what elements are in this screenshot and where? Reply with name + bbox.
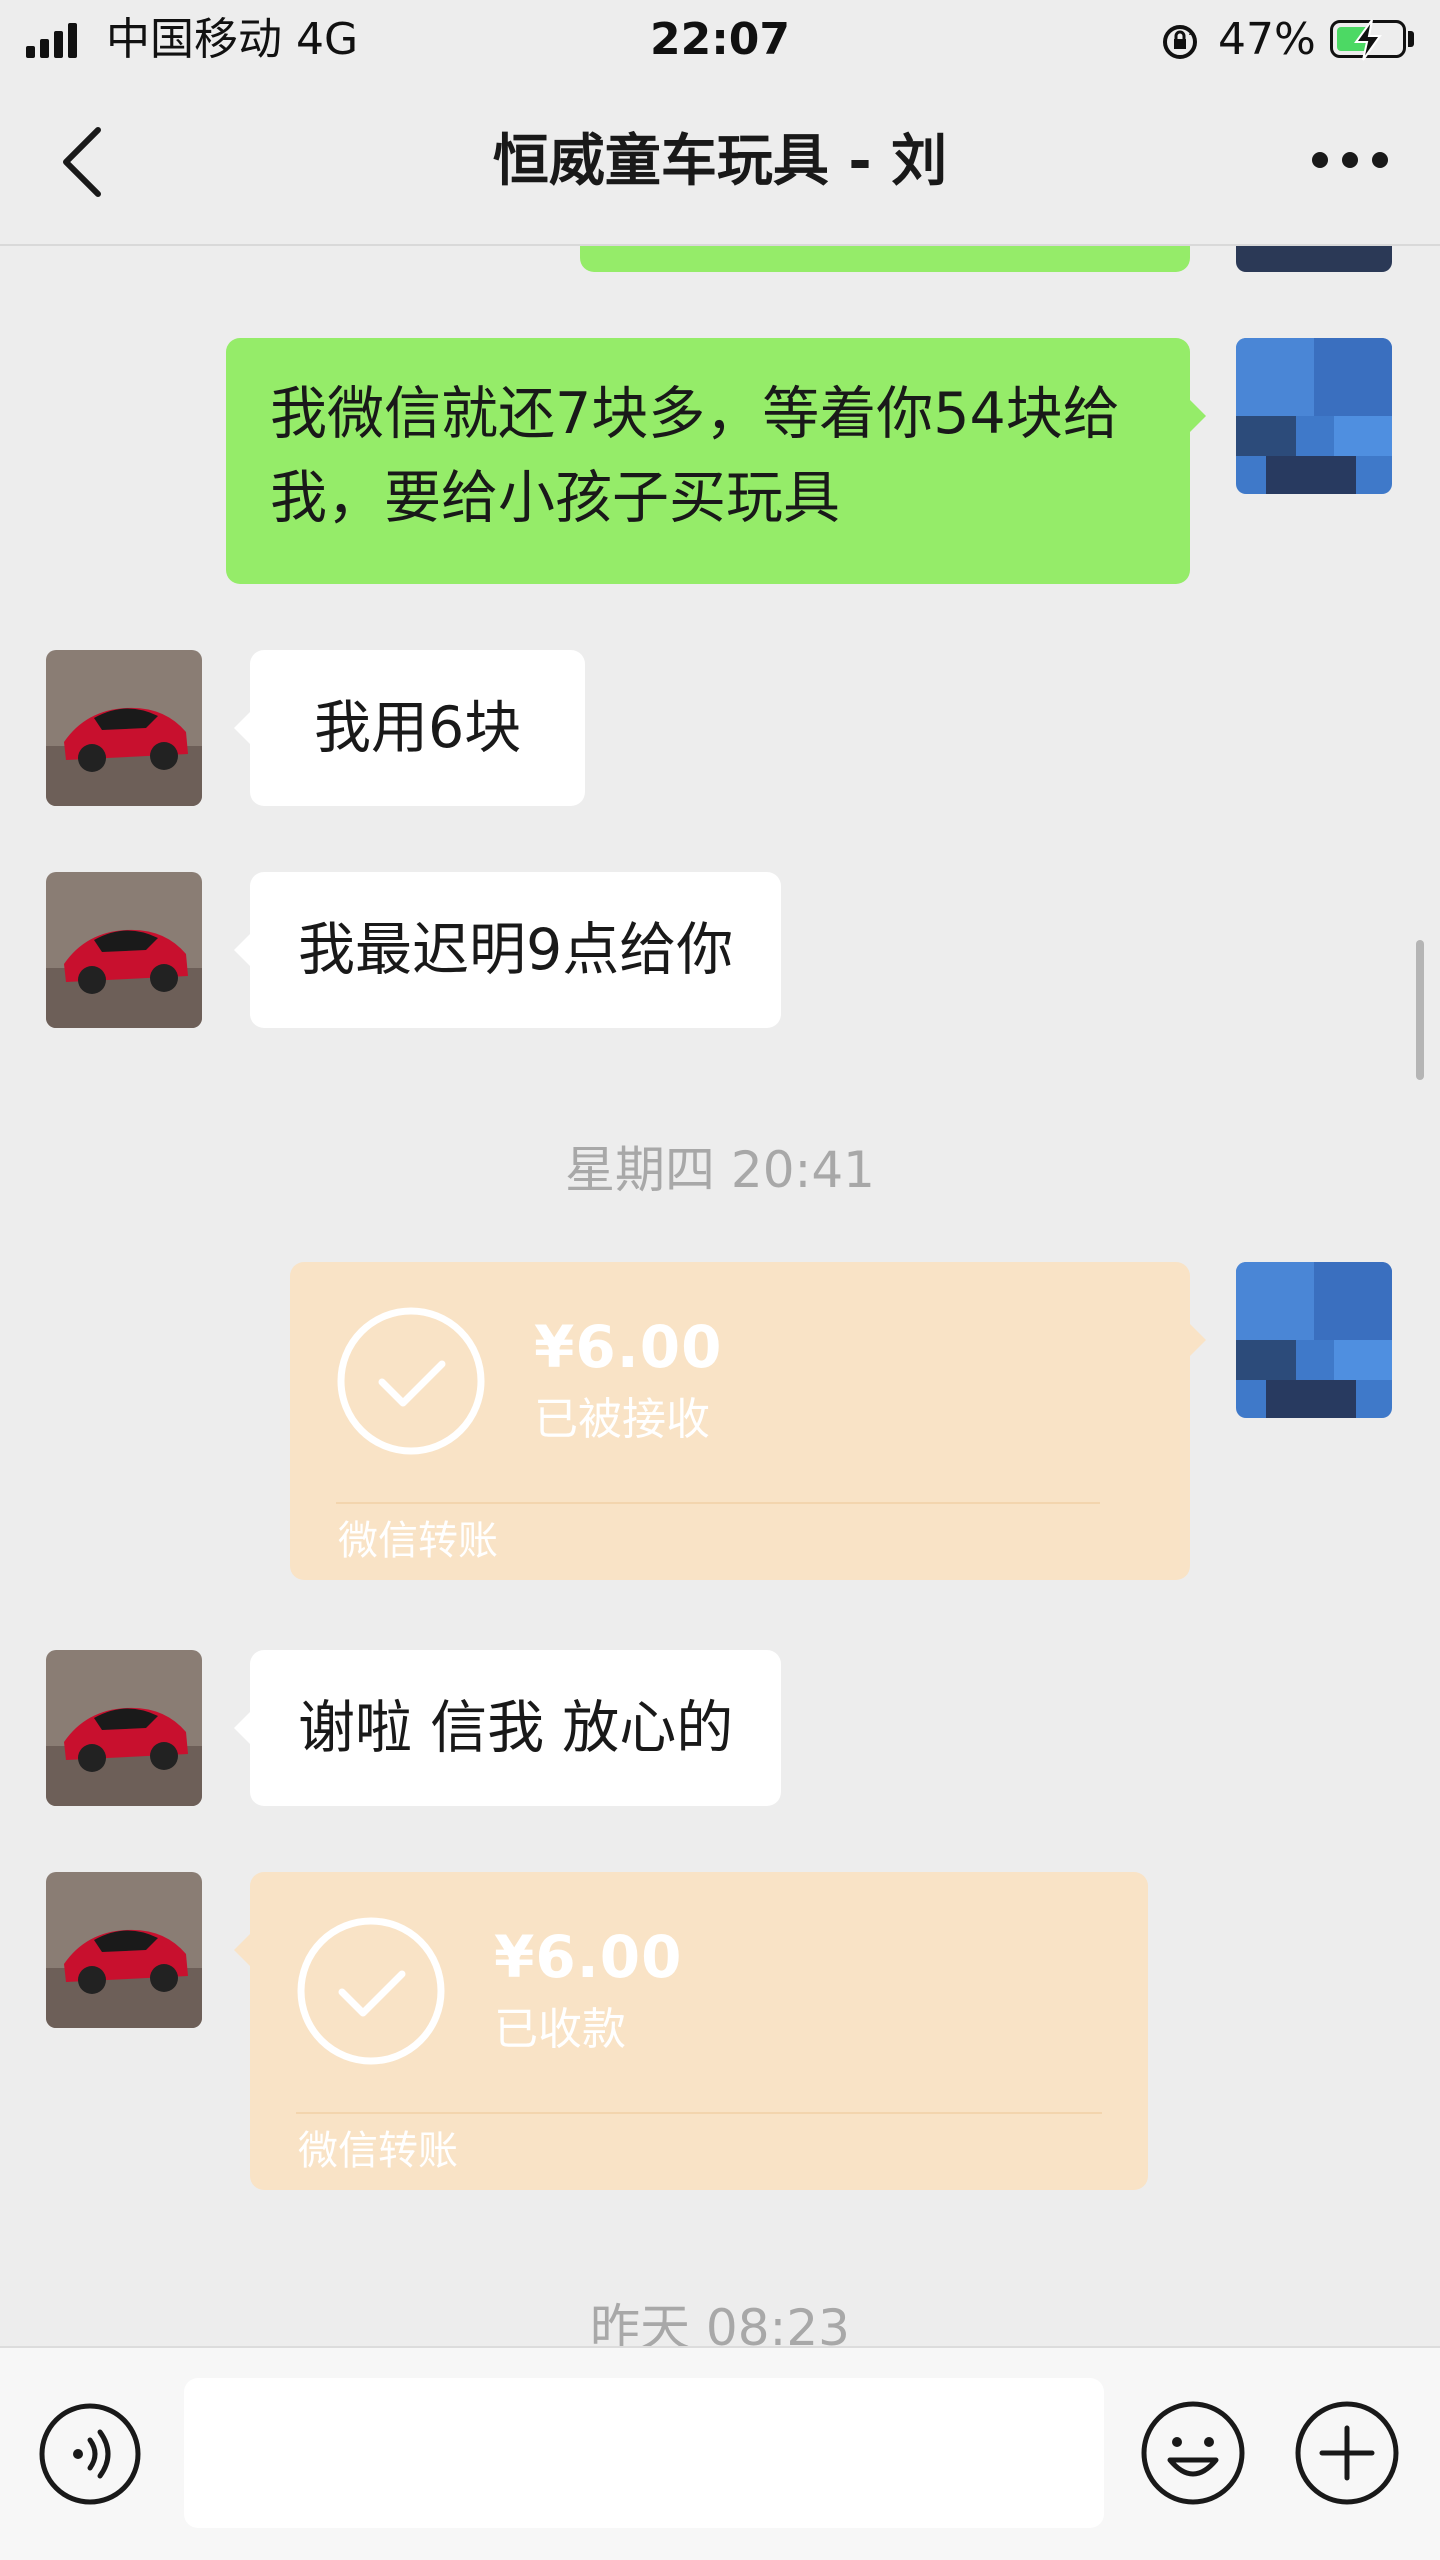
rotation-lock-icon: [1163, 25, 1197, 59]
plus-icon[interactable]: [1294, 2400, 1400, 2506]
timestamp-label: 昨天 08:23: [590, 2299, 850, 2346]
voice-icon[interactable]: [38, 2402, 142, 2506]
transfer-status: 已收款: [494, 2004, 626, 2055]
sent-message-bubble[interactable]: 我微信就还7块多，等着你54块给我，要给小孩子买玩具: [226, 338, 1190, 584]
input-bar: [0, 2346, 1440, 2560]
bubble-tail: [234, 1934, 250, 1966]
previous-message-bubble[interactable]: [580, 246, 1190, 272]
received-message-bubble[interactable]: 谢啦 信我 放心的: [250, 1650, 782, 1806]
bubble-tail: [234, 1712, 250, 1744]
my-avatar[interactable]: [1236, 338, 1392, 494]
contact-avatar[interactable]: [46, 650, 202, 806]
contact-avatar[interactable]: [46, 1650, 202, 1806]
message-text: 我用6块: [314, 695, 522, 761]
message-input[interactable]: [184, 2378, 1104, 2528]
more-dots-icon[interactable]: [1300, 140, 1400, 180]
scrollbar[interactable]: [1416, 940, 1424, 1080]
battery-percent: 47%: [1218, 14, 1316, 65]
bubble-tail: [234, 712, 250, 744]
transfer-type-label: 微信转账: [338, 1518, 498, 1564]
bubble-tail: [234, 934, 250, 966]
bubble-tail: [1190, 1324, 1206, 1356]
received-message-bubble[interactable]: 我最迟明9点给你: [250, 872, 782, 1028]
chat-title: 恒威童车玩具 - 刘: [492, 129, 948, 194]
back-button[interactable]: [50, 122, 120, 202]
transfer-amount: ¥6.00: [534, 1313, 723, 1381]
my-avatar[interactable]: [1236, 246, 1392, 272]
chat-header: 恒威童车玩具 - 刘: [0, 80, 1440, 246]
transfer-card[interactable]: ¥6.00 已收款 微信转账: [250, 1872, 1148, 2190]
transfer-divider: [336, 1502, 1100, 1504]
transfer-divider: [296, 2112, 1102, 2114]
bubble-tail: [1190, 400, 1206, 432]
check-circle-icon: [297, 1917, 445, 2065]
timestamp-label: 星期四 20:41: [565, 1141, 875, 1199]
emoji-icon[interactable]: [1140, 2400, 1246, 2506]
charging-bolt-icon: [1354, 19, 1382, 61]
message-text: 我最迟明9点给你: [298, 917, 734, 983]
transfer-type-label: 微信转账: [298, 2128, 458, 2174]
transfer-amount: ¥6.00: [494, 1923, 683, 1991]
received-message-bubble[interactable]: 我用6块: [250, 650, 586, 806]
status-bar: 中国移动 4G 22:07 47%: [0, 0, 1440, 80]
transfer-status: 已被接收: [534, 1394, 710, 1445]
message-text: 我微信就还7块多，等着你54块给我，要给小孩子买玩具: [270, 381, 1120, 531]
my-avatar[interactable]: [1236, 1262, 1392, 1418]
transfer-card[interactable]: ¥6.00 已被接收 微信转账: [290, 1262, 1190, 1580]
contact-avatar[interactable]: [46, 872, 202, 1028]
message-text: 谢啦 信我 放心的: [298, 1695, 734, 1761]
message-list[interactable]: 我微信就还7块多，等着你54块给我，要给小孩子买玩具 我用6块 我最迟明9点给你…: [0, 246, 1440, 2346]
battery-cap: [1408, 31, 1414, 47]
contact-avatar[interactable]: [46, 1872, 202, 2028]
check-circle-icon: [337, 1307, 485, 1455]
